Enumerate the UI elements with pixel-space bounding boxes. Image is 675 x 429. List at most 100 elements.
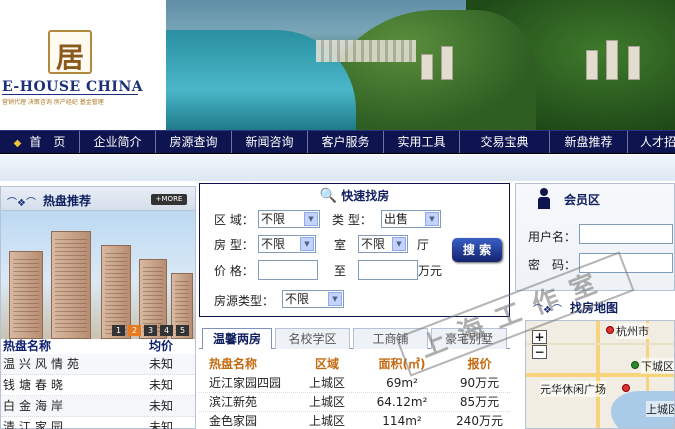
nav-new-projects[interactable]: 新盘推荐 bbox=[550, 131, 628, 153]
col-area: 面积(㎡) bbox=[378, 357, 426, 371]
cell-area: 64.12m² bbox=[376, 395, 428, 409]
room-select[interactable]: 不限 ▼ bbox=[358, 235, 408, 253]
cell-district: 上城区 bbox=[308, 414, 345, 428]
source-type-select[interactable]: 不限 ▼ bbox=[282, 290, 344, 308]
tab-school-district[interactable]: 名校学区 bbox=[275, 328, 350, 349]
hot-list: 热盘名称 均价 温兴风情苑 未知 钱塘春晓 未知 白金海岸 未知 清江家园 未知 bbox=[1, 339, 195, 429]
search-button[interactable]: 搜 索 bbox=[452, 238, 502, 262]
tab-luxury[interactable]: 豪宅别墅 bbox=[431, 328, 507, 349]
cell-name[interactable]: 滨江新苑 bbox=[199, 393, 299, 411]
panel-header: ⌒❖⌒ 热盘推荐 +MORE bbox=[1, 187, 195, 211]
cell-district: 上城区 bbox=[308, 395, 345, 409]
banner-tower bbox=[586, 50, 598, 80]
tab-two-bedroom[interactable]: 温馨两房 bbox=[202, 328, 272, 349]
map-label: 上城区 bbox=[646, 401, 674, 417]
cell-name[interactable]: 近江家园四园 bbox=[199, 374, 299, 392]
type-label: 类 型： bbox=[332, 213, 372, 227]
map-title: 找房地图 bbox=[570, 301, 619, 315]
banner-town bbox=[316, 40, 416, 62]
chevron-down-icon: ▼ bbox=[300, 237, 314, 251]
pager-item[interactable]: 4 bbox=[160, 325, 173, 336]
cell-name[interactable]: 金色家园 bbox=[199, 412, 299, 429]
nav-trade-guide[interactable]: 交易宝典 bbox=[460, 131, 550, 153]
logo[interactable]: 居 E-HOUSE CHINA 营销代理 决策咨询 房产经纪 基金管理 bbox=[0, 0, 166, 130]
item-price: 未知 bbox=[148, 357, 173, 371]
panel-title: 热盘推荐 bbox=[43, 194, 92, 208]
nav-tools[interactable]: 实用工具 bbox=[384, 131, 460, 153]
map-road bbox=[596, 321, 600, 428]
nav-careers[interactable]: 人才招 bbox=[628, 131, 675, 153]
map-pin-icon[interactable] bbox=[606, 326, 614, 334]
room-label: 室 bbox=[334, 238, 347, 252]
zoom-in-button[interactable]: + bbox=[532, 330, 547, 344]
list-item[interactable]: 白金海岸 未知 bbox=[1, 396, 195, 417]
member-header: 会员区 bbox=[516, 184, 675, 212]
type-select-value: 出售 bbox=[384, 212, 409, 226]
middle-column: 🔍 快速找房 区 域： 不限 ▼ 类 型： 出售 ▼ 房 型： 不限 ▼ 室 不限 ▼ 厅… bbox=[199, 183, 510, 429]
map-label: 杭州市 bbox=[616, 323, 649, 339]
more-label: MORE bbox=[161, 195, 183, 203]
password-input[interactable] bbox=[579, 253, 673, 273]
username-input[interactable] bbox=[579, 224, 673, 244]
item-price: 未知 bbox=[148, 399, 173, 413]
listing-table: 热盘名称 区域 面积(㎡) 报价 近江家园四园 上城区 69m² 90万元 滨江… bbox=[199, 355, 510, 429]
chevron-down-icon: ▼ bbox=[328, 292, 342, 306]
source-type-label: 房源类型： bbox=[214, 294, 275, 308]
table-row[interactable]: 滨江新苑 上城区 64.12m² 85万元 bbox=[199, 393, 510, 412]
item-name[interactable]: 钱塘春晓 bbox=[3, 375, 67, 395]
tab-commercial[interactable]: 工商铺 bbox=[353, 328, 428, 349]
pager-item-active[interactable]: 2 bbox=[128, 325, 141, 336]
username-label: 用户名： bbox=[528, 230, 577, 244]
house-type-value: 不限 bbox=[261, 237, 286, 251]
more-button[interactable]: +MORE bbox=[151, 194, 187, 205]
chevron-down-icon: ▼ bbox=[425, 212, 439, 226]
member-panel: 会员区 用户名： 密 码： bbox=[515, 183, 675, 291]
pager-item[interactable]: 3 bbox=[144, 325, 157, 336]
list-item[interactable]: 钱塘春晓 未知 bbox=[1, 375, 195, 396]
price-min-input[interactable] bbox=[258, 260, 318, 280]
pager-item[interactable]: 5 bbox=[176, 325, 189, 336]
page: 居 E-HOUSE CHINA 营销代理 决策咨询 房产经纪 基金管理 ◆ 首 页… bbox=[0, 0, 675, 429]
list-item[interactable]: 清江家园 未知 bbox=[1, 417, 195, 429]
quick-search-title: 🔍 快速找房 bbox=[200, 184, 509, 208]
featured-photo[interactable]: 1 2 3 4 5 bbox=[1, 211, 195, 339]
zoom-out-button[interactable]: − bbox=[532, 345, 547, 359]
area-select[interactable]: 不限 ▼ bbox=[258, 210, 320, 228]
sub-bar bbox=[0, 155, 675, 181]
list-item[interactable]: 温兴风情苑 未知 bbox=[1, 354, 195, 375]
chevron-down-icon: ▼ bbox=[304, 212, 318, 226]
price-label: 价 格： bbox=[214, 264, 254, 278]
building bbox=[51, 231, 91, 339]
item-name[interactable]: 温兴风情苑 bbox=[3, 354, 83, 374]
map-pin-icon[interactable] bbox=[622, 384, 630, 392]
nav-home[interactable]: ◆ 首 页 bbox=[0, 131, 80, 153]
price-max-input[interactable] bbox=[358, 260, 418, 280]
item-name[interactable]: 清江家园 bbox=[3, 417, 67, 429]
ornament-icon: ⌒❖⌒ bbox=[7, 198, 36, 209]
nav-news[interactable]: 新闻咨询 bbox=[232, 131, 308, 153]
cell-price: 240万元 bbox=[456, 414, 503, 428]
map-pin-icon[interactable] bbox=[631, 361, 639, 369]
item-name[interactable]: 白金海岸 bbox=[3, 396, 67, 416]
item-price: 未知 bbox=[148, 420, 173, 429]
area-label: 区 域： bbox=[214, 213, 254, 227]
nav-listing-search[interactable]: 房源查询 bbox=[156, 131, 232, 153]
cell-price: 85万元 bbox=[459, 395, 500, 409]
house-type-label: 房 型： bbox=[214, 238, 254, 252]
banner-tower bbox=[421, 54, 433, 80]
chevron-down-icon: ▼ bbox=[392, 237, 406, 251]
ornament-icon: ⌒❖⌒ bbox=[533, 305, 562, 316]
table-row[interactable]: 金色家园 上城区 114m² 240万元 bbox=[199, 412, 510, 429]
pager-item[interactable]: 1 bbox=[112, 325, 125, 336]
house-type-select[interactable]: 不限 ▼ bbox=[258, 235, 316, 253]
col-name: 热盘名称 bbox=[209, 357, 258, 371]
hall-label: 厅 bbox=[417, 238, 430, 252]
nav-company[interactable]: 企业简介 bbox=[80, 131, 156, 153]
quick-search-label: 快速找房 bbox=[341, 189, 390, 203]
user-icon bbox=[538, 188, 550, 210]
nav-customer-service[interactable]: 客户服务 bbox=[308, 131, 384, 153]
col-price: 报价 bbox=[467, 357, 492, 371]
find-house-map[interactable]: + − 杭州市 下城区 元华休闲广场 上城区 bbox=[525, 320, 675, 429]
table-row[interactable]: 近江家园四园 上城区 69m² 90万元 bbox=[199, 374, 510, 393]
type-select[interactable]: 出售 ▼ bbox=[381, 210, 441, 228]
